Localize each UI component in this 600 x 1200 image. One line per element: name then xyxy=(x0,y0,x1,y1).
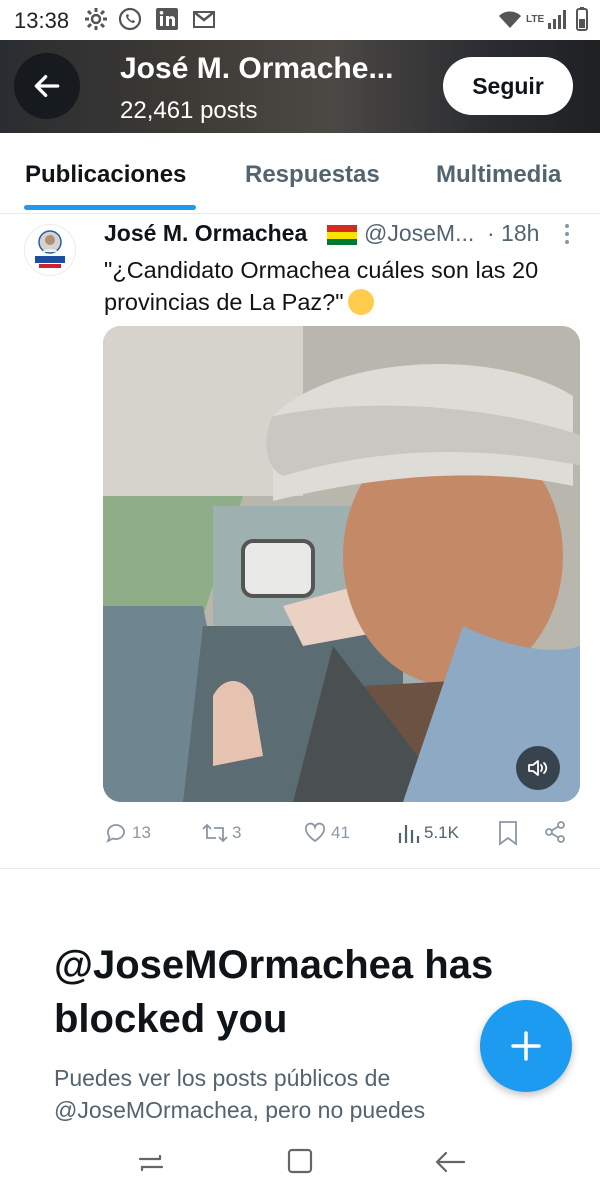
tweet-author[interactable]: José M. Ormachea xyxy=(104,220,307,247)
whatsapp-icon xyxy=(118,7,142,31)
profile-tabs: Publicaciones Respuestas Multimedia xyxy=(0,133,600,214)
wifi-icon xyxy=(499,11,521,28)
avatar-image xyxy=(25,225,75,275)
retweet-count: 3 xyxy=(232,823,242,842)
tab-publicaciones[interactable]: Publicaciones xyxy=(25,161,186,189)
blocked-description: Puedes ver los posts públicos de @JoseMO… xyxy=(54,1065,426,1122)
status-bar: 13:38 LTE xyxy=(0,0,600,40)
status-time: 13:38 xyxy=(14,8,70,33)
compose-button[interactable] xyxy=(480,1000,572,1092)
share-icon[interactable] xyxy=(543,820,567,844)
follow-button[interactable]: Seguir xyxy=(443,57,573,115)
system-nav-bar xyxy=(0,1125,600,1200)
like-icon xyxy=(304,822,326,843)
gmail-icon xyxy=(193,11,215,28)
back-icon[interactable] xyxy=(434,1147,466,1177)
reply-icon xyxy=(106,824,125,843)
tweet-time[interactable]: · 18h xyxy=(487,220,539,247)
tweet-handle[interactable]: @JoseM... xyxy=(364,220,474,247)
video-frame xyxy=(103,326,580,802)
signal-icon xyxy=(548,10,566,29)
home-icon[interactable] xyxy=(286,1147,314,1177)
avatar[interactable] xyxy=(24,224,76,276)
active-tab-indicator xyxy=(24,205,196,210)
like-action[interactable]: 41 xyxy=(303,820,350,846)
views-action[interactable]: 5.1K xyxy=(398,820,459,846)
like-count: 41 xyxy=(331,823,350,842)
tweet-text-content: "¿Candidato Ormachea cuáles son las 20 p… xyxy=(104,257,539,315)
back-arrow-icon xyxy=(34,75,60,97)
tab-respuestas[interactable]: Respuestas xyxy=(245,161,380,189)
recents-icon[interactable] xyxy=(136,1147,166,1177)
tweet-text: "¿Candidato Ormachea cuáles son las 20 p… xyxy=(104,254,580,318)
gear-icon xyxy=(85,8,107,30)
mute-icon xyxy=(528,760,548,776)
kissing-emoji-icon xyxy=(347,289,374,315)
back-button[interactable] xyxy=(14,53,80,119)
battery-icon xyxy=(576,7,588,31)
flag-icon xyxy=(327,225,357,245)
more-icon[interactable] xyxy=(560,222,574,246)
views-icon xyxy=(398,825,420,843)
tweet-video[interactable] xyxy=(103,326,580,802)
post-count: 22,461 posts xyxy=(120,97,258,124)
retweet-icon xyxy=(202,823,228,843)
profile-name: José M. Ormache... xyxy=(120,52,394,85)
blocked-title: @JoseMOrmachea has blocked you xyxy=(54,943,494,1041)
retweet-action[interactable]: 3 xyxy=(202,820,241,846)
mute-button[interactable] xyxy=(516,746,560,790)
divider xyxy=(0,868,600,869)
network-type: LTE xyxy=(526,14,545,25)
profile-header: José M. Ormache... 22,461 posts Seguir xyxy=(0,40,600,133)
views-count: 5.1K xyxy=(424,823,459,842)
reply-count: 13 xyxy=(132,823,151,842)
linkedin-icon xyxy=(156,8,178,30)
tab-multimedia[interactable]: Multimedia xyxy=(436,161,561,189)
bookmark-icon[interactable] xyxy=(497,820,519,846)
plus-icon xyxy=(511,1031,541,1061)
reply-action[interactable]: 13 xyxy=(104,820,151,846)
